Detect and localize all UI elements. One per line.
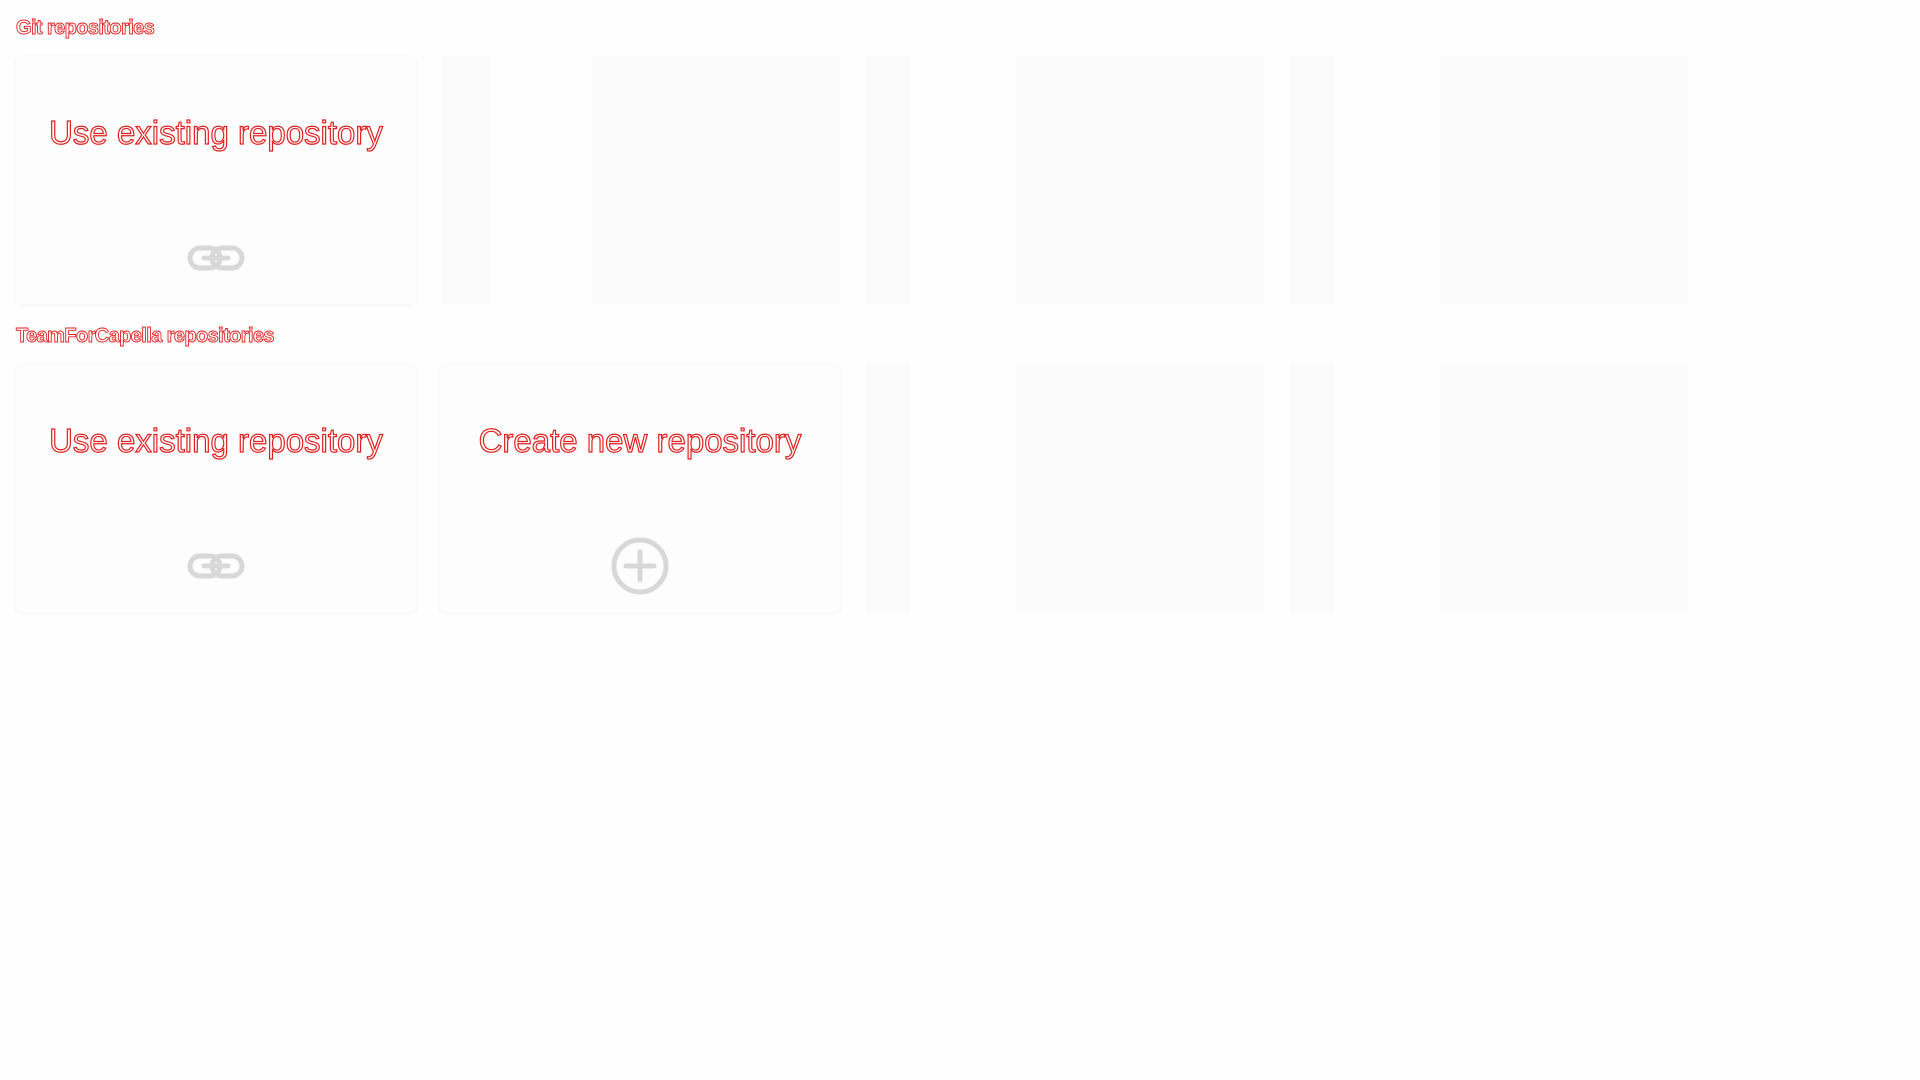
placeholder-block <box>1016 56 1264 304</box>
placeholder-block <box>592 56 840 304</box>
git-use-existing-repository-tile[interactable]: Use existing repository <box>16 56 416 304</box>
placeholder-block <box>1290 364 1334 612</box>
add-circle-icon <box>608 534 672 598</box>
placeholder-block <box>1016 364 1264 612</box>
link-icon <box>184 534 248 598</box>
tile-label: Use existing repository <box>48 113 383 151</box>
placeholder-block <box>1440 56 1688 304</box>
repositories-page: Git repositories Use existing repository… <box>0 0 1920 1080</box>
tile-label: Create new repository <box>478 421 802 459</box>
tile-label: Use existing repository <box>48 421 383 459</box>
link-icon <box>184 226 248 290</box>
placeholder-block <box>1290 56 1334 304</box>
teamforcapella-repositories-heading: TeamForCapella repositories <box>16 325 275 348</box>
placeholder-block <box>442 56 490 304</box>
placeholder-block <box>866 56 910 304</box>
placeholder-block <box>866 364 910 612</box>
git-repositories-heading: Git repositories <box>16 17 156 40</box>
placeholder-block <box>1440 364 1688 612</box>
t4c-create-new-repository-tile[interactable]: Create new repository <box>440 364 840 612</box>
t4c-use-existing-repository-tile[interactable]: Use existing repository <box>16 364 416 612</box>
